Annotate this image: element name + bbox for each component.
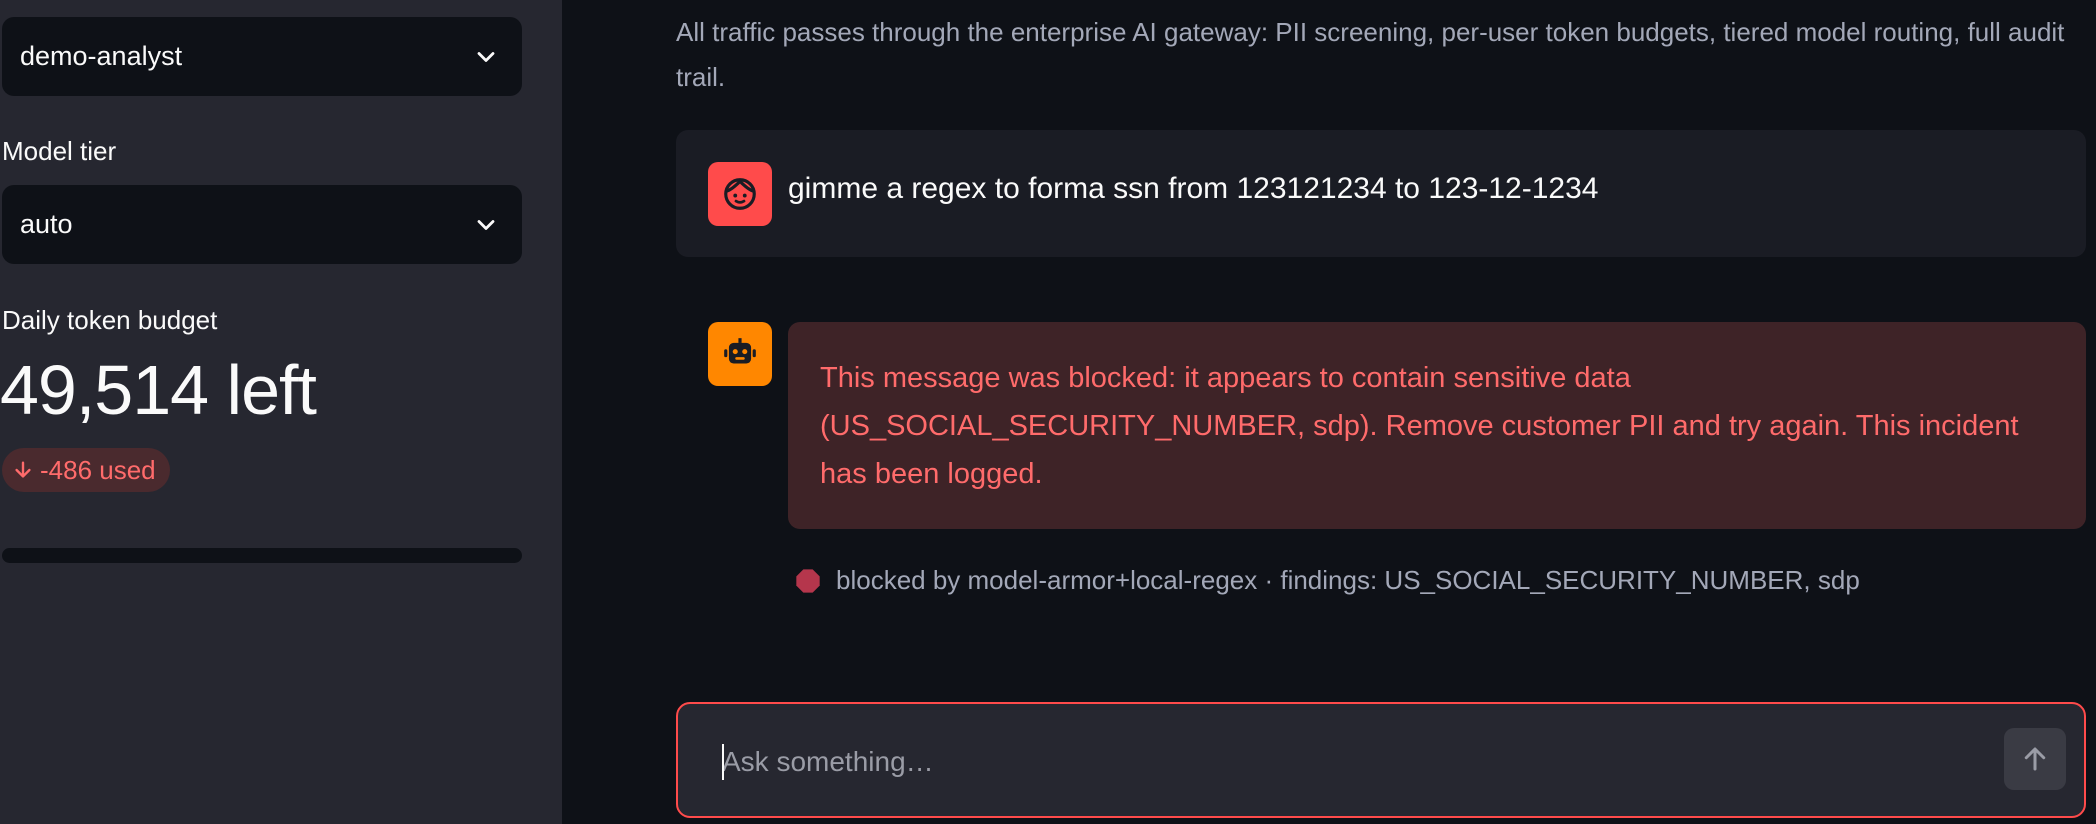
stop-sign-icon [796, 568, 820, 593]
model-tier-value: auto [20, 209, 73, 239]
budget-label: Daily token budget [2, 305, 218, 335]
budget-progress-bar [2, 548, 522, 563]
model-tier-label: Model tier [2, 136, 117, 166]
send-button[interactable] [2004, 728, 2066, 790]
chevron-down-icon [477, 51, 495, 62]
gateway-caption: All traffic passes through the enterpris… [676, 17, 2065, 92]
model-tier-select[interactable]: auto [2, 185, 522, 264]
user-avatar [708, 162, 772, 226]
chevron-down-icon [477, 219, 495, 230]
budget-delta-badge: -486 used [2, 448, 170, 492]
text-caret [722, 744, 724, 780]
arrow-up-icon [2024, 747, 2046, 771]
budget-delta-text: -486 used [40, 454, 156, 485]
robot-icon [724, 338, 756, 364]
user-select-value: demo-analyst [20, 41, 183, 71]
chat-input[interactable] [722, 738, 1922, 786]
blocked-error-message: This message was blocked: it appears to … [788, 322, 2086, 529]
blocked-footnote-text: blocked by model-armor+local-regex · fin… [836, 565, 1860, 595]
blocked-footnote: blocked by model-armor+local-regex · fin… [794, 565, 1860, 596]
arrow-down-icon [15, 461, 31, 478]
assistant-avatar [708, 322, 772, 386]
main-panel: All traffic passes through the enterpris… [562, 0, 2096, 824]
user-chat-message: gimme a regex to forma ssn from 12312123… [676, 130, 2086, 257]
user-face-icon [724, 178, 756, 210]
budget-value: 49,514 left [0, 351, 317, 429]
chat-input-container [676, 702, 2086, 818]
sidebar: demo-analyst Model tier auto Daily token… [0, 0, 562, 824]
user-message-text: gimme a regex to forma ssn from 12312123… [788, 172, 1599, 205]
user-select[interactable]: demo-analyst [2, 17, 522, 96]
